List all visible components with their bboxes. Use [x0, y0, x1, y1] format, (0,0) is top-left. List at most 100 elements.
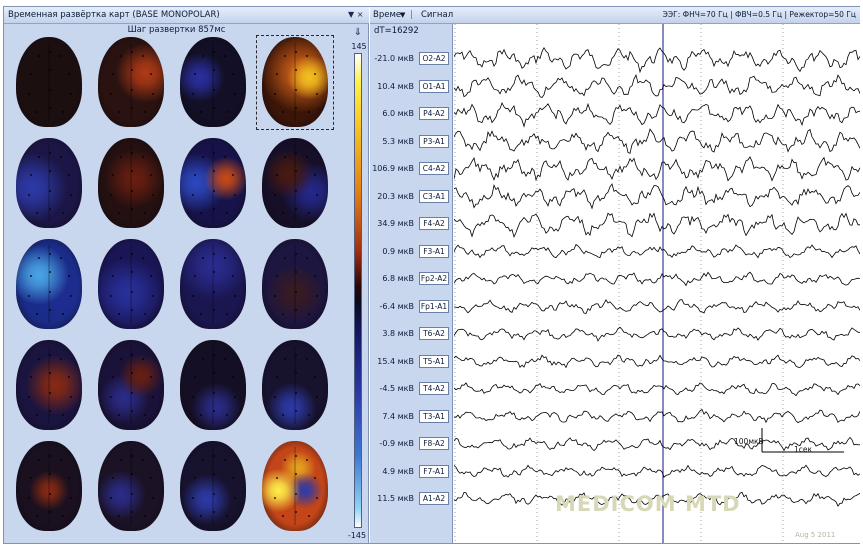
channel-row[interactable]: 4.9 мкВ F7-A1 — [370, 463, 453, 481]
panel-controls-icon[interactable]: ▼ × — [348, 7, 363, 23]
channel-row[interactable]: 3.8 мкВ T6-A2 — [370, 325, 453, 343]
head-topography — [262, 37, 328, 127]
channel-row[interactable]: 0.9 мкВ F3-A1 — [370, 243, 453, 261]
eeg-trace — [454, 73, 860, 98]
channel-row[interactable]: 6.0 мкВ P4-A2 — [370, 105, 453, 123]
head-topography — [16, 441, 82, 531]
channel-list: dT=16292 -21.0 мкВ O2-A2 10.4 мкВ O1-A1 6.0 … — [370, 24, 453, 543]
brain-map[interactable] — [174, 237, 252, 332]
eeg-trace-area[interactable]: 100мкВ 1сек — [454, 24, 860, 543]
channel-row[interactable]: 20.3 мкВ C3-A1 — [370, 188, 453, 206]
brain-map[interactable] — [92, 237, 170, 332]
brain-map[interactable] — [10, 338, 88, 433]
channel-row[interactable]: -0.9 мкВ F8-A2 — [370, 435, 453, 453]
channel-row[interactable]: 11.5 мкВ A1-A2 — [370, 490, 453, 508]
channel-value: -6.4 мкВ — [379, 301, 414, 311]
channel-name-button[interactable]: T4-A2 — [419, 382, 449, 395]
channel-name-button[interactable]: C4-A2 — [419, 162, 449, 175]
delta-time: dT=16292 — [374, 26, 419, 36]
map-panel-title: Временная развёртка карт (BASE MONOPOLAR… — [8, 10, 220, 20]
head-topography — [262, 239, 328, 329]
channel-value: 20.3 мкВ — [377, 191, 414, 201]
watermark-date: Aug 5 2011 — [795, 531, 836, 539]
eeg-trace — [454, 299, 860, 314]
channel-row[interactable]: 6.8 мкВ Fp2-A2 — [370, 270, 453, 288]
brain-map[interactable] — [174, 35, 252, 130]
brain-map[interactable] — [10, 35, 88, 130]
channel-row[interactable]: 10.4 мкВ O1-A1 — [370, 78, 453, 96]
eeg-trace — [454, 156, 860, 182]
channel-row[interactable]: 106.9 мкВ C4-A2 — [370, 160, 453, 178]
eeg-trace — [454, 464, 860, 478]
brain-map[interactable] — [256, 237, 334, 332]
channel-name-button[interactable]: F8-A2 — [419, 437, 449, 450]
brain-map[interactable] — [256, 35, 334, 130]
eeg-trace — [454, 271, 860, 287]
channel-row[interactable]: -21.0 мкВ O2-A2 — [370, 50, 453, 68]
signal-column-header: Сигнал — [421, 10, 454, 20]
channel-row[interactable]: 15.4 мкВ T5-A1 — [370, 353, 453, 371]
channel-row[interactable]: -4.5 мкВ T4-A2 — [370, 380, 453, 398]
brain-map[interactable] — [174, 338, 252, 433]
channel-name-button[interactable]: P4-A2 — [419, 107, 449, 120]
eeg-trace — [454, 354, 860, 369]
head-topography — [262, 441, 328, 531]
brain-map-grid — [10, 35, 342, 540]
channel-name-button[interactable]: T3-A1 — [419, 409, 449, 423]
brain-map[interactable] — [92, 338, 170, 433]
color-scale-min: -145 — [347, 531, 367, 540]
head-topography — [16, 37, 82, 127]
channel-row[interactable]: 34.9 мкВ F4-A2 — [370, 215, 453, 233]
channel-row[interactable]: 7.4 мкВ T3-A1 — [370, 408, 453, 426]
channel-row[interactable]: -6.4 мкВ Fp1-A1 — [370, 298, 453, 316]
channel-row[interactable]: 5.3 мкВ P3-A1 — [370, 133, 453, 151]
head-topography — [180, 138, 246, 228]
channel-name-button[interactable]: F3-A1 — [419, 244, 449, 258]
eeg-trace — [454, 102, 860, 128]
channel-name-button[interactable]: F7-A1 — [419, 464, 449, 478]
channel-value: 4.9 мкВ — [382, 466, 414, 476]
brain-map[interactable] — [174, 136, 252, 231]
eeg-trace — [454, 128, 860, 154]
channel-name-button[interactable]: O2-A2 — [419, 52, 449, 65]
eeg-trace — [454, 46, 860, 74]
time-sort-icon[interactable]: ▼ — [400, 7, 405, 23]
eeg-trace — [454, 212, 860, 238]
channel-value: -21.0 мкВ — [374, 54, 414, 63]
filter-settings[interactable]: ЭЭГ: ФНЧ=70 Гц | ФВЧ=0.5 Гц | Режектор=5… — [663, 7, 856, 23]
head-topography — [262, 138, 328, 228]
brain-map[interactable] — [10, 136, 88, 231]
electrode-icon[interactable]: ⇓ — [352, 27, 364, 39]
channel-value: 10.4 мкВ — [377, 81, 414, 91]
time-column-header[interactable]: Време — [373, 7, 401, 23]
channel-name-button[interactable]: Fp2-A2 — [419, 272, 449, 285]
head-topography — [98, 441, 164, 531]
channel-name-button[interactable]: C3-A1 — [419, 189, 449, 203]
head-topography — [16, 239, 82, 329]
channel-name-button[interactable]: T5-A1 — [419, 354, 449, 368]
brain-map[interactable] — [256, 136, 334, 231]
channel-name-button[interactable]: T6-A2 — [419, 327, 449, 340]
channel-value: 34.9 мкВ — [377, 219, 414, 228]
brain-map[interactable] — [10, 439, 88, 534]
channel-value: 7.4 мкВ — [382, 411, 414, 421]
brain-map[interactable] — [92, 136, 170, 231]
head-topography — [180, 37, 246, 127]
channel-name-button[interactable]: O1-A1 — [419, 79, 449, 93]
channel-name-button[interactable]: Fp1-A1 — [419, 299, 449, 313]
brain-map[interactable] — [92, 35, 170, 130]
channel-name-button[interactable]: P3-A1 — [419, 134, 449, 148]
channel-value: -4.5 мкВ — [379, 384, 414, 393]
amplitude-scale-label: 100мкВ — [734, 437, 764, 446]
brain-map[interactable] — [10, 237, 88, 332]
brain-map[interactable] — [174, 439, 252, 534]
brain-map[interactable] — [256, 338, 334, 433]
channel-value: 6.0 мкВ — [382, 109, 414, 118]
channel-name-button[interactable]: F4-A2 — [419, 217, 449, 230]
channel-name-button[interactable]: A1-A2 — [419, 492, 449, 505]
time-scale-label: 1сек — [794, 445, 813, 454]
channel-value: -0.9 мкВ — [379, 439, 414, 448]
channel-value: 3.8 мкВ — [382, 329, 414, 338]
brain-map[interactable] — [256, 439, 334, 534]
brain-map[interactable] — [92, 439, 170, 534]
